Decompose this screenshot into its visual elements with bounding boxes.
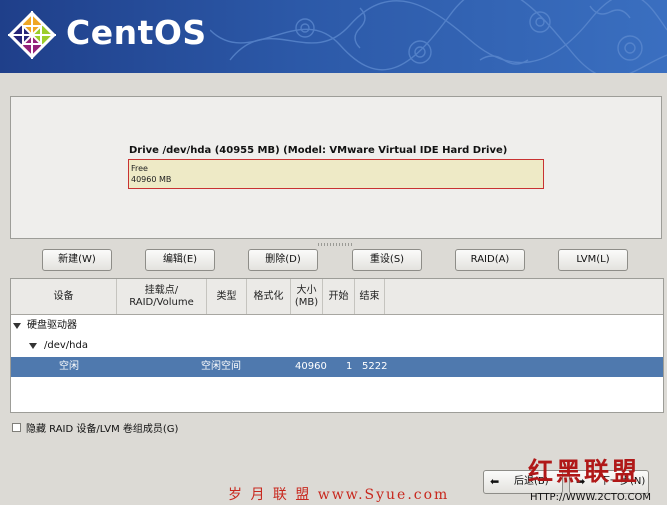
centos-logo-icon: [7, 10, 57, 60]
column-header-size[interactable]: 大小 (MB): [291, 279, 323, 314]
table-header: 设备 挂载点/ RAID/Volume 类型 格式化 大小 (MB) 开始 结束: [11, 279, 663, 315]
segment-size: 40960 MB: [131, 175, 172, 184]
header-banner: CentOS: [0, 0, 667, 73]
arrow-left-icon: ⬅: [490, 475, 500, 488]
column-header-device[interactable]: 设备: [11, 279, 117, 314]
free-space-segment[interactable]: Free 40960 MB: [128, 159, 544, 189]
drive-graphic-panel: Drive /dev/hda (40955 MB) (Model: VMware…: [10, 96, 662, 239]
table-row-dev-hda[interactable]: /dev/hda: [11, 336, 663, 356]
hide-raid-checkbox[interactable]: [12, 423, 21, 432]
new-button[interactable]: 新建(W): [42, 249, 112, 271]
banner-pattern: [210, 0, 667, 73]
table-row-disk-drives[interactable]: 硬盘驱动器: [11, 316, 663, 336]
row-start: 1: [346, 361, 353, 372]
column-header-mount[interactable]: 挂载点/ RAID/Volume: [117, 279, 207, 314]
column-header-type[interactable]: 类型: [207, 279, 247, 314]
pane-splitter-handle[interactable]: [318, 243, 352, 246]
column-header-end[interactable]: 结束: [355, 279, 385, 314]
row-size: 40960: [295, 361, 327, 372]
row-device: 空闲: [59, 361, 79, 372]
lvm-button[interactable]: LVM(L): [558, 249, 628, 271]
reset-button[interactable]: 重设(S): [352, 249, 422, 271]
edit-button[interactable]: 编辑(E): [145, 249, 215, 271]
table-row-free-space[interactable]: 空闲 空闲空间 40960 1 5222: [11, 357, 663, 377]
column-header-start[interactable]: 开始: [323, 279, 355, 314]
brand-name: CentOS: [66, 13, 207, 52]
row-type: 空闲空间: [201, 361, 241, 372]
watermark-2cto-url: HTTP://WWW.2CTO.COM: [530, 492, 651, 503]
expander-arrow-icon[interactable]: [13, 323, 21, 329]
raid-button[interactable]: RAID(A): [455, 249, 525, 271]
column-header-format[interactable]: 格式化: [247, 279, 291, 314]
row-end: 5222: [362, 361, 388, 372]
delete-button[interactable]: 删除(D): [248, 249, 318, 271]
expander-arrow-icon[interactable]: [29, 343, 37, 349]
row-device: 硬盘驱动器: [27, 320, 77, 331]
row-device: /dev/hda: [44, 340, 88, 351]
segment-label: Free: [131, 164, 148, 173]
partition-table: 设备 挂载点/ RAID/Volume 类型 格式化 大小 (MB) 开始 结束…: [10, 278, 664, 413]
watermark-2cto-title: 红黑联盟: [528, 457, 641, 486]
drive-title: Drive /dev/hda (40955 MB) (Model: VMware…: [129, 145, 508, 156]
hide-raid-label[interactable]: 隐藏 RAID 设备/LVM 卷组成员(G): [26, 420, 178, 435]
watermark-syue: 岁 月 联 盟 www.Syue.com: [228, 487, 450, 503]
